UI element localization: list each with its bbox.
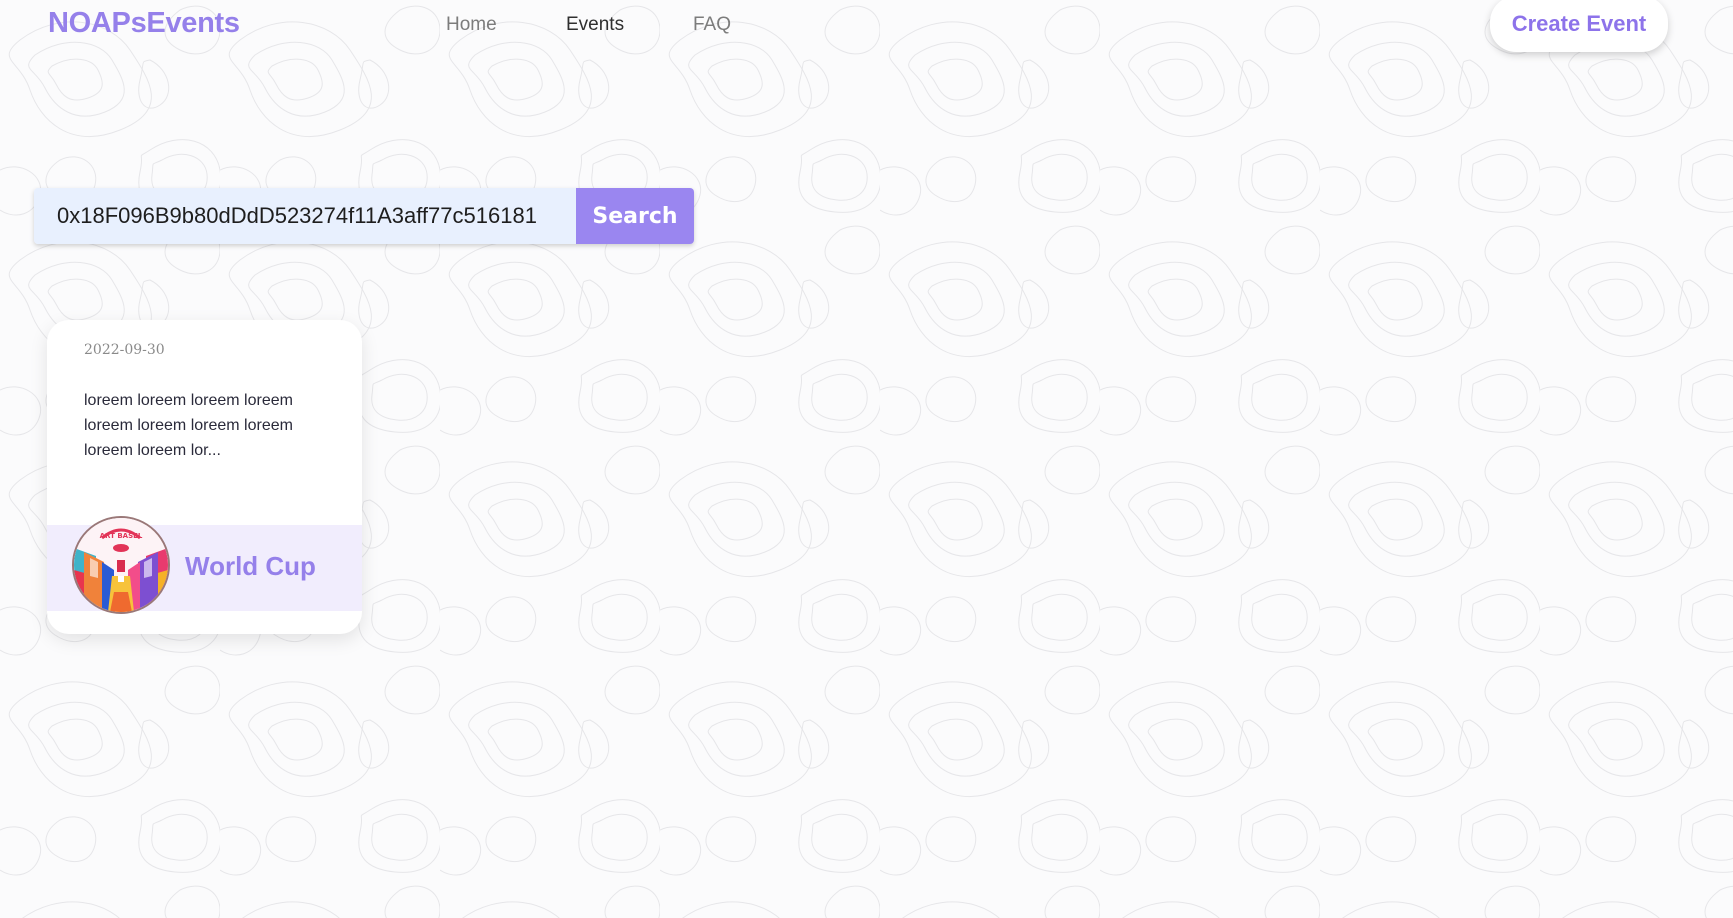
art-basel-logo-icon: ART BASEL: [74, 518, 168, 612]
event-card-footer: ART BASEL World Cup: [47, 516, 362, 614]
event-card[interactable]: 2022-09-30 loreem loreem loreem loreem l…: [47, 320, 362, 634]
nav-home-link[interactable]: Home: [446, 14, 497, 36]
nav-events-link[interactable]: Events: [566, 14, 624, 36]
event-image: ART BASEL: [72, 516, 170, 614]
event-title: World Cup: [185, 551, 316, 581]
event-description: loreem loreem loreem loreem loreem loree…: [84, 392, 293, 459]
create-event-button[interactable]: Create Event: [1490, 0, 1668, 52]
event-date: 2022-09-30: [84, 342, 165, 358]
site-logo[interactable]: NOAPsEvents: [48, 7, 240, 40]
art-basel-logo-text: ART BASEL: [100, 532, 143, 540]
nav-faq-link[interactable]: FAQ: [693, 14, 731, 36]
search-bar: Search: [34, 188, 694, 244]
search-button[interactable]: Search: [576, 188, 694, 244]
search-input[interactable]: [34, 188, 576, 244]
